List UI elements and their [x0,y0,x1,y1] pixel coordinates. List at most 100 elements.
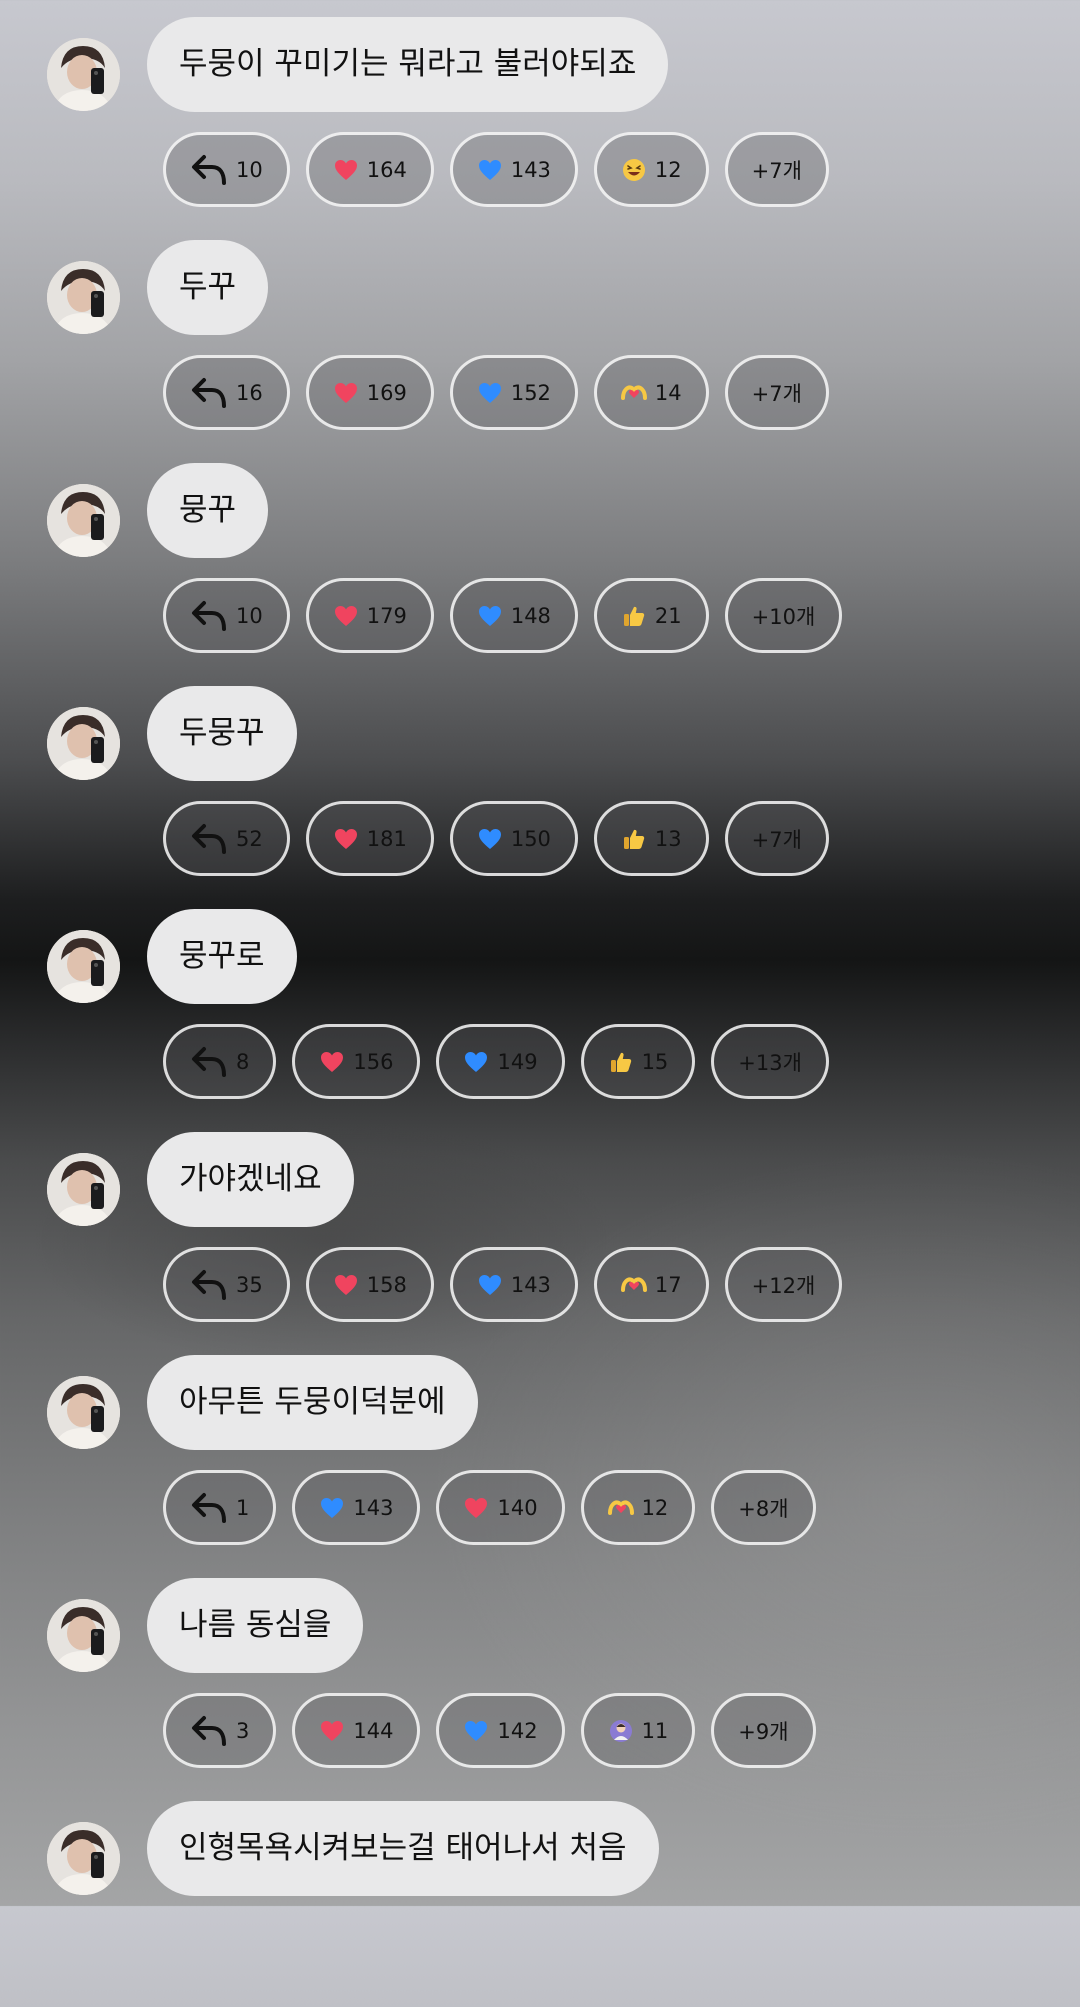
reaction-chip[interactable]: 152 [449,355,578,430]
reaction-count: 143 [510,1272,551,1297]
reaction-count: 10 [236,157,263,182]
reply-arrow-icon [190,1491,228,1525]
reaction-count: 148 [510,603,551,628]
reply-arrow-icon [190,1714,228,1748]
blue-heart-icon [477,826,503,852]
reply-count-button[interactable]: 10 [163,132,290,207]
message-bubble[interactable]: 두뭉이 꾸미기는 뭐라고 불러야되죠 [147,17,669,112]
message-bubble[interactable]: 뭉꾸로 [147,909,297,1004]
message-bubble[interactable]: 뭉꾸 [147,463,269,558]
reaction-count: 12 [654,157,682,182]
avatar[interactable] [47,484,120,557]
reaction-chip[interactable]: 158 [305,1247,434,1322]
reaction-chip[interactable]: 150 [449,801,578,876]
more-reactions-button[interactable]: +9개 [711,1693,816,1768]
reaction-chip[interactable]: 144 [292,1693,421,1768]
reaction-chip[interactable]: 143 [449,1247,578,1322]
reply-count-button[interactable]: 8 [163,1024,277,1099]
avatar[interactable] [47,707,120,780]
reaction-count: 150 [510,826,551,851]
avatar[interactable] [47,261,120,334]
reaction-chip[interactable]: 143 [449,132,578,207]
more-reactions-button[interactable]: +10개 [724,578,843,653]
more-reactions-button[interactable]: +12개 [724,1247,843,1322]
red-heart-icon [333,826,359,852]
more-reactions-button[interactable]: +7개 [724,801,829,876]
reaction-count: 152 [510,380,551,405]
reaction-chip[interactable]: 148 [449,578,578,653]
red-heart-icon [333,603,359,629]
more-reactions-label: +12개 [751,1273,816,1298]
reaction-row: 35 158 143 17 +12개 [163,1247,843,1322]
reply-count-button[interactable]: 3 [163,1693,277,1768]
reaction-chip[interactable]: 13 [593,801,709,876]
reaction-count: 156 [353,1049,394,1074]
message-bubble[interactable]: 나름 동심을 [147,1578,364,1673]
chat-message: 두뭉이 꾸미기는 뭐라고 불러야되죠 10 164 143 12 +7개 [0,0,1080,223]
red-heart-icon [319,1049,345,1075]
more-reactions-label: +7개 [751,381,802,406]
message-feed: 두뭉이 꾸미기는 뭐라고 불러야되죠 10 164 143 12 +7개 두꾸 16 169 15… [0,0,1080,1906]
blue-heart-icon [477,157,503,183]
reply-arrow-icon [190,1045,228,1079]
more-reactions-button[interactable]: +7개 [724,132,829,207]
avatar[interactable] [47,1376,120,1449]
reaction-chip[interactable]: 17 [593,1247,709,1322]
chat-message: 뭉꾸로 8 156 149 15 +13개 [0,892,1080,1115]
reply-count-button[interactable]: 10 [163,578,290,653]
avatar[interactable] [47,38,120,111]
avatar[interactable] [47,930,120,1003]
reaction-chip[interactable]: 15 [580,1024,696,1099]
reply-arrow-icon [190,822,228,856]
message-bubble[interactable]: 두뭉꾸 [147,686,297,781]
reaction-row: 10 179 148 21 +10개 [163,578,843,653]
reaction-chip[interactable]: 181 [305,801,434,876]
reaction-chip[interactable]: 169 [305,355,434,430]
reaction-count: 13 [654,826,682,851]
message-bubble[interactable]: 인형목욕시켜보는걸 태어나서 처음 [147,1801,659,1896]
red-heart-icon [333,157,359,183]
reaction-chip[interactable]: 12 [593,132,709,207]
reaction-chip[interactable]: 142 [436,1693,565,1768]
thumbs-up-icon [621,826,647,852]
chat-message: 가야겠네요 35 158 143 17 +12개 [0,1115,1080,1338]
more-reactions-button[interactable]: +13개 [711,1024,829,1099]
more-reactions-label: +10개 [751,604,816,629]
reaction-count: 35 [236,1272,263,1297]
reaction-chip[interactable]: 143 [292,1470,421,1545]
reaction-chip[interactable]: 149 [436,1024,565,1099]
laughing-face-icon [621,157,647,183]
more-reactions-button[interactable]: +7개 [724,355,829,430]
reply-arrow-icon [190,376,228,410]
reaction-chip[interactable]: 14 [593,355,709,430]
reply-count-button[interactable]: 1 [163,1470,277,1545]
reaction-row: 1 143 140 12 +8개 [163,1470,816,1545]
thumbs-up-icon [608,1049,634,1075]
more-reactions-label: +7개 [751,158,802,183]
more-reactions-button[interactable]: +8개 [711,1470,816,1545]
heart-hands-icon [607,1495,634,1521]
chat-message: 인형목욕시켜보는걸 태어나서 처음 [0,1784,1080,2007]
reply-count-button[interactable]: 35 [163,1247,290,1322]
reaction-chip[interactable]: 140 [436,1470,565,1545]
reaction-chip[interactable]: 12 [580,1470,696,1545]
reaction-chip[interactable]: 11 [580,1693,696,1768]
chat-message: 나름 동심을 3 144 142 11 +9개 [0,1561,1080,1784]
reply-count-button[interactable]: 16 [163,355,290,430]
reaction-count: 11 [641,1718,669,1743]
reaction-chip[interactable]: 164 [305,132,434,207]
blue-heart-icon [477,1272,503,1298]
avatar[interactable] [47,1822,120,1895]
reaction-chip[interactable]: 179 [305,578,434,653]
avatar[interactable] [47,1153,120,1226]
reply-count-button[interactable]: 52 [163,801,290,876]
reaction-chip[interactable]: 21 [593,578,709,653]
message-bubble[interactable]: 가야겠네요 [147,1132,354,1227]
message-bubble[interactable]: 두꾸 [147,240,269,335]
reaction-count: 52 [236,826,263,851]
more-reactions-label: +13개 [738,1050,802,1075]
reaction-chip[interactable]: 156 [292,1024,421,1099]
message-bubble[interactable]: 아무튼 두뭉이덕분에 [147,1355,478,1450]
heart-hands-icon [620,1272,647,1298]
avatar[interactable] [47,1599,120,1672]
